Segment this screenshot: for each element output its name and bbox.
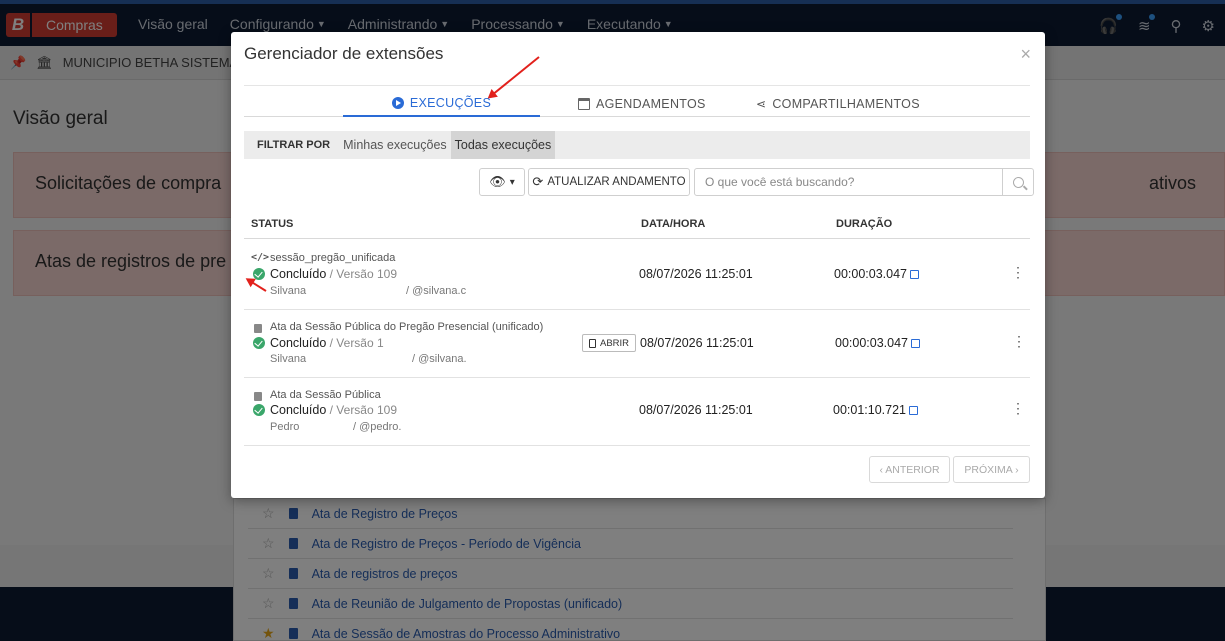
check-circle-icon [253,337,265,349]
tab-execucoes[interactable]: EXECUÇÕES [343,91,540,117]
next-page-button[interactable]: PRÓXIMA › [953,456,1030,483]
tab-label: EXECUÇÕES [409,96,492,110]
user-name: Pedro [270,421,300,433]
user-name: Silvana [270,353,307,365]
execution-datetime: 08/07/2026 11:25:01 [640,336,754,350]
divider [244,85,1030,86]
kebab-menu-icon[interactable]: ⋮ [1011,265,1025,279]
calendar-icon [578,98,590,110]
col-duration: DURAÇÃO [836,218,893,230]
tab-label: AGENDAMENTOS [596,97,706,111]
user-name: Silvana [270,285,307,297]
play-circle-icon [391,97,404,109]
table-row: Ata da Sessão Pública Concluído / Versão… [244,378,1030,446]
execution-status: Concluído / Versão 109 [270,267,397,281]
file-icon [589,338,596,348]
status-text: Concluído [270,267,327,281]
search-icon [1012,176,1024,188]
extensions-manager-modal: Gerenciador de extensões × EXECUÇÕES AGE… [231,32,1045,498]
external-link-icon[interactable] [910,270,919,279]
execution-status: Concluído / Versão 1 [270,336,384,350]
refresh-icon: ⟳ [532,174,544,189]
user-handle: / @silvana.c [406,285,467,297]
duration-text: 00:00:03.047 [834,267,907,281]
duration-text: 00:00:03.047 [835,336,908,350]
execution-status: Concluído / Versão 109 [270,403,397,417]
user-handle: / @silvana. [412,353,467,365]
close-icon[interactable]: × [1020,44,1031,65]
execution-name: sessão_pregão_unificada [270,252,396,264]
user-handle: / @pedro. [353,421,402,433]
filter-todas-execucoes[interactable]: Todas execuções [450,131,556,159]
previous-page-button[interactable]: ‹ ANTERIOR [869,456,950,483]
version-text: / Versão 109 [326,403,398,417]
filter-label: FILTRAR POR [257,139,331,151]
code-icon: </> [251,252,270,263]
open-button[interactable]: ABRIR [582,334,637,352]
execution-duration: 00:00:03.047 [835,336,920,350]
refresh-progress-button[interactable]: ⟳ ATUALIZAR ANDAMENTO [528,168,690,196]
execution-name: Ata da Sessão Pública [270,389,381,401]
share-icon: ⋖ [756,97,767,111]
duration-text: 00:01:10.721 [833,403,906,417]
table-header: STATUS DATA/HORA DURAÇÃO [244,207,1030,239]
button-label: ABRIR [600,337,630,349]
button-label: ATUALIZAR ANDAMENTO [547,176,686,188]
execution-duration: 00:01:10.721 [833,403,918,417]
tab-label: COMPARTILHAMENTOS [772,97,920,111]
filter-minhas-execucoes[interactable]: Minhas execuções [339,131,451,159]
eye-icon: 👁 [489,174,506,189]
col-status: STATUS [251,218,294,230]
external-link-icon[interactable] [909,406,918,415]
version-text: / Versão 109 [326,267,398,281]
execution-datetime: 08/07/2026 11:25:01 [639,403,753,417]
file-icon [254,324,262,333]
chevron-down-icon: ▾ [509,176,515,188]
table-row: </> sessão_pregão_unificada Concluído / … [244,240,1030,310]
tab-compartilhamentos[interactable]: ⋖ COMPARTILHAMENTOS [756,91,920,117]
status-text: Concluído [270,336,327,350]
search-input[interactable] [694,168,1003,196]
execution-name: Ata da Sessão Pública do Pregão Presenci… [270,321,544,333]
columns-visibility-button[interactable]: 👁 ▾ [479,168,525,196]
external-link-icon[interactable] [911,339,920,348]
check-circle-icon [253,404,265,416]
table-row: Ata da Sessão Pública do Pregão Presenci… [244,310,1030,378]
execution-datetime: 08/07/2026 11:25:01 [639,267,753,281]
status-text: Concluído [270,403,327,417]
tab-agendamentos[interactable]: AGENDAMENTOS [578,91,706,117]
version-text: / Versão 1 [326,336,384,350]
kebab-menu-icon[interactable]: ⋮ [1011,401,1025,415]
col-datetime: DATA/HORA [641,218,706,230]
tabs: EXECUÇÕES AGENDAMENTOS ⋖ COMPARTILHAMENT… [244,87,1030,117]
file-icon [254,392,262,401]
modal-title: Gerenciador de extensões [244,44,444,63]
filter-bar: FILTRAR POR Minhas execuções Todas execu… [244,131,1030,159]
kebab-menu-icon[interactable]: ⋮ [1012,334,1026,348]
execution-duration: 00:00:03.047 [834,267,919,281]
search-button[interactable] [1002,168,1034,196]
